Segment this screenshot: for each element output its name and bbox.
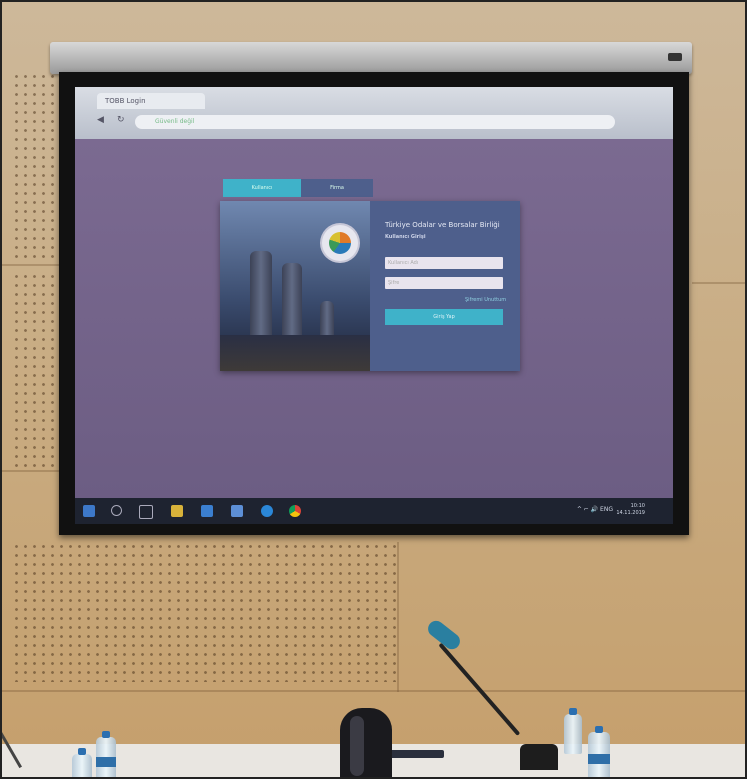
address-bar[interactable]: Güvenli değil bbox=[135, 115, 615, 129]
casing-endcap bbox=[668, 53, 682, 61]
water-bottle bbox=[72, 748, 92, 777]
forgot-password-link[interactable]: Şifremi Unuttum bbox=[465, 297, 506, 303]
remote-control bbox=[386, 750, 444, 758]
projector-screen-casing bbox=[50, 42, 692, 74]
water-bottle bbox=[96, 731, 116, 777]
login-button[interactable]: Giriş Yap bbox=[385, 309, 503, 325]
tab-user[interactable]: Kullanıcı bbox=[223, 179, 301, 197]
login-title: Türkiye Odalar ve Borsalar Birliği bbox=[385, 221, 500, 229]
username-input[interactable]: Kullanıcı Adı bbox=[385, 257, 503, 269]
edge-icon[interactable] bbox=[261, 505, 273, 517]
water-bottle bbox=[588, 726, 610, 777]
wall-seam bbox=[397, 542, 399, 692]
tower bbox=[282, 263, 302, 341]
microphone-base bbox=[520, 744, 558, 770]
explorer-icon[interactable] bbox=[171, 505, 183, 517]
chrome-icon[interactable] bbox=[289, 505, 301, 517]
office-chair bbox=[340, 708, 392, 777]
tab-company[interactable]: Firma bbox=[301, 179, 373, 197]
taskbar-clock[interactable]: 10:10 14.11.2019 bbox=[616, 503, 645, 517]
city-photo bbox=[220, 201, 370, 371]
perforated-wall-panel-bottom bbox=[12, 542, 397, 682]
reload-icon[interactable]: ↻ bbox=[117, 115, 127, 125]
back-icon[interactable]: ◀ bbox=[97, 115, 107, 125]
browser-tab[interactable]: TOBB Login bbox=[97, 93, 205, 109]
wall-seam bbox=[2, 690, 745, 692]
login-subtitle: Kullanıcı Girişi bbox=[385, 234, 426, 240]
windows-taskbar: ^ ⌐ 🔊 ENG 10:10 14.11.2019 bbox=[75, 498, 673, 524]
mail-icon[interactable] bbox=[231, 505, 243, 517]
task-view-icon[interactable] bbox=[139, 505, 153, 519]
system-tray[interactable]: ^ ⌐ 🔊 ENG bbox=[577, 506, 613, 513]
login-tab-strip: Kullanıcı Firma bbox=[223, 179, 373, 197]
clock-date: 14.11.2019 bbox=[616, 510, 645, 516]
search-icon[interactable] bbox=[111, 505, 122, 516]
login-card: Türkiye Odalar ve Borsalar Birliği Kulla… bbox=[220, 201, 520, 371]
city-lights bbox=[220, 335, 370, 371]
clock-time: 10:10 bbox=[630, 503, 645, 509]
wall-seam bbox=[692, 282, 745, 284]
projected-display: TOBB Login ◀ ↻ Güvenli değil Kullanıcı F… bbox=[75, 87, 673, 524]
password-input[interactable]: Şifre bbox=[385, 277, 503, 289]
photo-frame: TOBB Login ◀ ↻ Güvenli değil Kullanıcı F… bbox=[0, 0, 747, 779]
tobb-logo bbox=[322, 225, 358, 261]
water-bottle bbox=[564, 708, 582, 754]
store-icon[interactable] bbox=[201, 505, 213, 517]
web-page: Kullanıcı Firma Türkiye Odalar ve Borsal… bbox=[75, 139, 673, 498]
tower bbox=[250, 251, 272, 341]
browser-toolbar: TOBB Login ◀ ↻ Güvenli değil bbox=[75, 87, 673, 139]
start-icon[interactable] bbox=[83, 505, 95, 517]
